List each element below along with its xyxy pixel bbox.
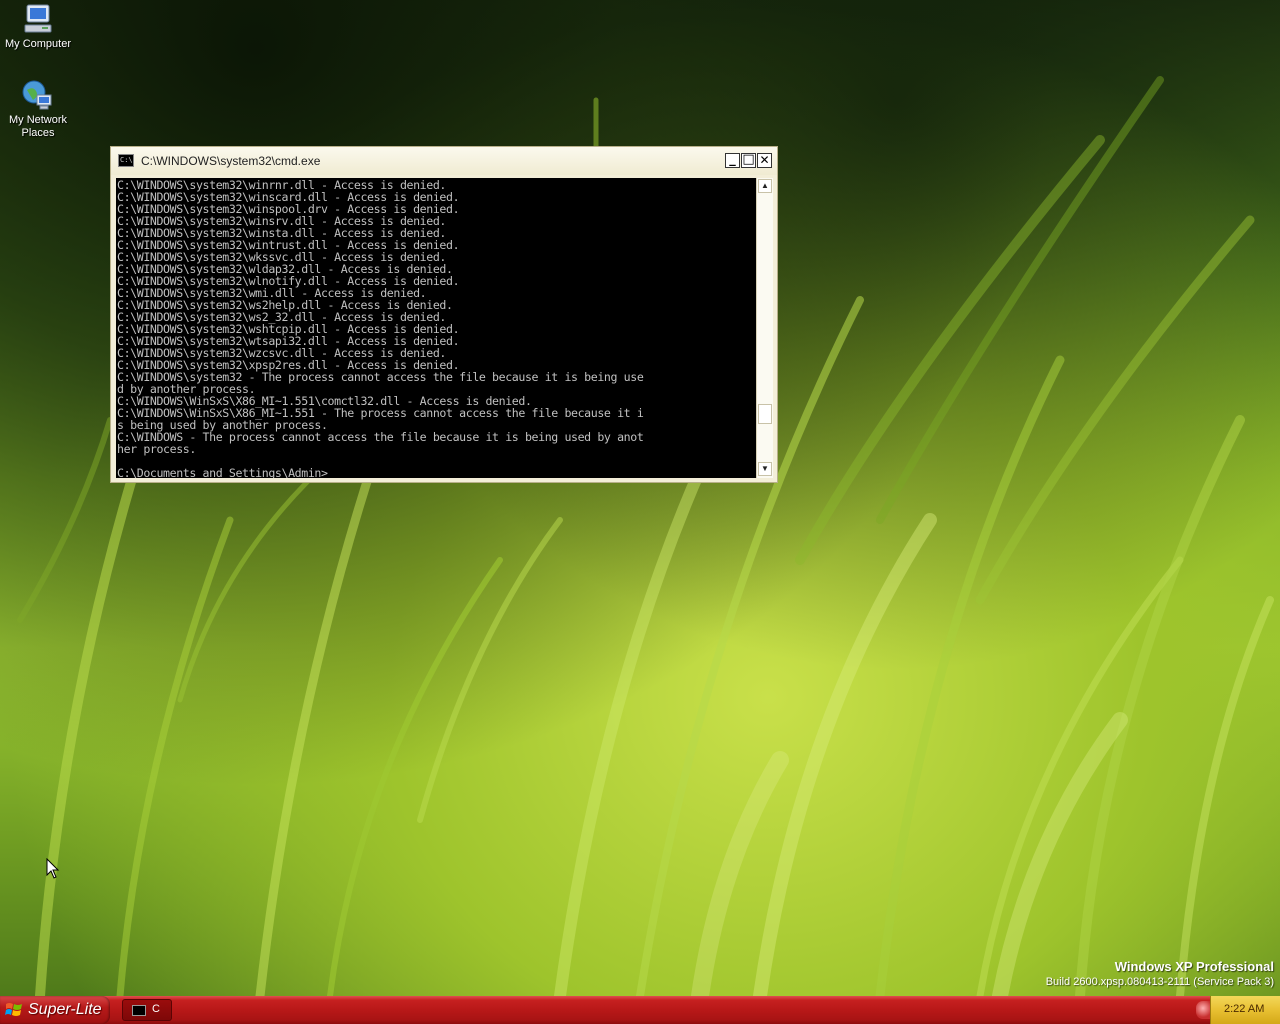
console-output[interactable]: C:\WINDOWS\system32\winrnr.dll - Access … xyxy=(116,178,756,478)
taskbar-button-label: C xyxy=(152,1003,160,1015)
desktop: My Computer My Network Places C:\ C:\WIN… xyxy=(0,0,1280,996)
cmd-window[interactable]: C:\ C:\WINDOWS\system32\cmd.exe _ □ ✕ C:… xyxy=(110,146,778,483)
console-line: C:\WINDOWS - The process cannot access t… xyxy=(117,430,644,444)
network-places-icon xyxy=(22,80,52,110)
system-tray: 2:22 AM xyxy=(1210,996,1280,1024)
desktop-icon-label: My Network Places xyxy=(8,114,68,139)
scrollbar-thumb[interactable] xyxy=(758,404,772,424)
start-label: Super-Lite xyxy=(28,1001,102,1018)
cmd-icon xyxy=(132,1005,146,1016)
window-title: C:\WINDOWS\system32\cmd.exe xyxy=(141,154,321,168)
cmd-icon: C:\ xyxy=(118,154,134,167)
windows-logo-icon xyxy=(5,1003,22,1016)
desktop-icon-my-computer[interactable]: My Computer xyxy=(0,2,76,51)
vertical-scrollbar[interactable]: ▲ ▼ xyxy=(756,178,773,478)
console-line: her process. xyxy=(117,442,196,456)
maximize-button[interactable]: □ xyxy=(741,153,756,168)
taskbar-button-cmd[interactable]: C xyxy=(122,999,172,1021)
my-computer-icon xyxy=(24,4,52,33)
desktop-icon-label: My Computer xyxy=(4,38,72,50)
desktop-icon-my-network-places[interactable]: My Network Places xyxy=(0,78,76,140)
command-prompt[interactable]: C:\Documents and Settings\Admin> xyxy=(117,467,756,478)
os-watermark: Windows XP Professional Build 2600.xpsp.… xyxy=(1046,958,1274,989)
scroll-up-arrow-icon[interactable]: ▲ xyxy=(758,179,772,193)
os-edition: Windows XP Professional xyxy=(1114,959,1274,974)
tray-expand-icon[interactable] xyxy=(1196,1001,1210,1019)
clock[interactable]: 2:22 AM xyxy=(1224,1003,1264,1015)
window-titlebar[interactable]: C:\ C:\WINDOWS\system32\cmd.exe _ □ ✕ xyxy=(111,147,777,175)
os-build: Build 2600.xpsp.080413-2111 (Service Pac… xyxy=(1045,976,1274,988)
start-button[interactable]: Super-Lite xyxy=(0,996,110,1024)
taskbar: Super-Lite C 2:22 AM xyxy=(0,996,1280,1024)
scroll-down-arrow-icon[interactable]: ▼ xyxy=(758,462,772,476)
close-button[interactable]: ✕ xyxy=(757,153,772,168)
mouse-pointer-icon xyxy=(46,858,60,879)
minimize-button[interactable]: _ xyxy=(725,153,740,168)
